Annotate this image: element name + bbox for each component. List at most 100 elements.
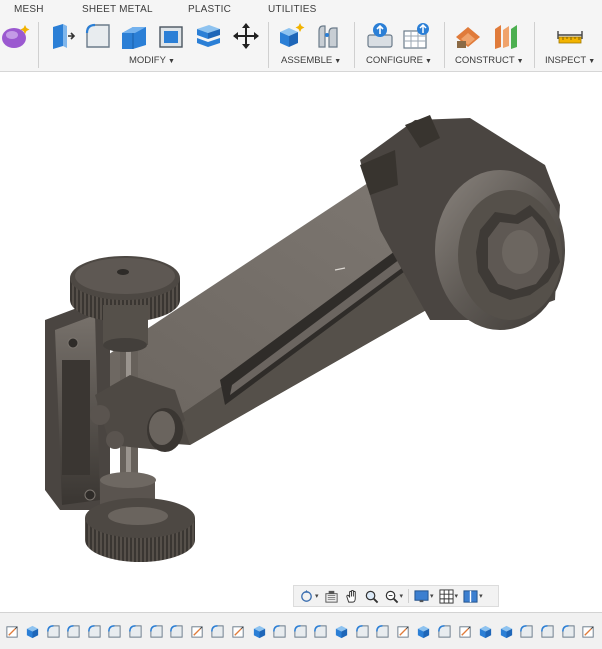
- viewport-canvas[interactable]: [0, 72, 602, 610]
- chamfer-icon: [122, 27, 146, 49]
- offset-plane-icon: [456, 27, 480, 48]
- midplane-icon: [495, 25, 517, 49]
- inspect-group-label[interactable]: INSPECT ▼: [545, 55, 595, 66]
- fillet-feature-icon: [376, 624, 389, 638]
- fillet-feature-icon: [88, 624, 101, 638]
- timeline-item-body[interactable]: [251, 623, 267, 639]
- configure-label-text: CONFIGURE: [366, 55, 423, 66]
- press-pull-icon: [53, 24, 76, 49]
- timeline-item-body[interactable]: [334, 623, 350, 639]
- construct-group-label[interactable]: CONSTRUCT ▼: [455, 55, 524, 66]
- timeline-item-sketch[interactable]: [457, 623, 473, 639]
- zoom-button[interactable]: [362, 587, 381, 605]
- fillet-feature-icon: [438, 624, 451, 638]
- sketch-feature-icon: [397, 625, 409, 638]
- timeline-item-fillet[interactable]: [169, 623, 185, 639]
- look-at-button[interactable]: [322, 587, 341, 605]
- timeline-item-sketch[interactable]: [581, 623, 597, 639]
- timeline-item-fillet[interactable]: [86, 623, 102, 639]
- body-feature-icon: [335, 625, 348, 638]
- fillet-feature-icon: [46, 624, 60, 638]
- toolbar-divider: [354, 22, 355, 68]
- timeline-item-fillet[interactable]: [354, 623, 370, 639]
- shell-button[interactable]: [155, 20, 187, 52]
- orbit-button[interactable]: ▾: [297, 587, 321, 605]
- construct-label-text: CONSTRUCT: [455, 55, 515, 66]
- modify-group-label[interactable]: MODIFY ▼: [129, 55, 175, 66]
- toolbar-divider: [268, 22, 269, 68]
- timeline-item-fillet[interactable]: [210, 623, 226, 639]
- timeline-item-sketch[interactable]: [189, 623, 205, 639]
- press-pull-button[interactable]: [46, 20, 78, 52]
- assemble-label-text: ASSEMBLE: [281, 55, 333, 66]
- timeline-item-sketch[interactable]: [231, 623, 247, 639]
- tab-utilities[interactable]: UTILITIES: [268, 4, 316, 15]
- combine-icon: [197, 25, 220, 47]
- timeline-item-body[interactable]: [478, 623, 494, 639]
- sketch-feature-icon: [582, 625, 594, 638]
- chevron-down-icon: ▾: [454, 593, 459, 600]
- move-copy-button[interactable]: [230, 20, 262, 52]
- viewports-button[interactable]: ▾: [461, 587, 485, 605]
- timeline-item-fillet[interactable]: [292, 623, 308, 639]
- fillet-feature-icon: [108, 624, 122, 638]
- create-form-button[interactable]: [0, 20, 32, 52]
- pan-button[interactable]: [342, 587, 361, 605]
- tab-sheet-metal[interactable]: SHEET METAL: [82, 4, 153, 15]
- tab-mesh[interactable]: MESH: [14, 4, 44, 15]
- timeline-item-body[interactable]: [498, 623, 514, 639]
- combine-button[interactable]: [192, 20, 224, 52]
- body-feature-icon: [26, 625, 39, 638]
- timeline-item-sketch[interactable]: [395, 623, 411, 639]
- midplane-button[interactable]: [490, 20, 522, 52]
- timeline-item-body[interactable]: [416, 623, 432, 639]
- timeline-item-fillet[interactable]: [107, 623, 123, 639]
- timeline-item-fillet[interactable]: [560, 623, 576, 639]
- fillet-icon: [85, 23, 110, 48]
- timeline-item-fillet[interactable]: [45, 623, 61, 639]
- display-settings-button[interactable]: ▾: [412, 587, 436, 605]
- fit-button[interactable]: ▾: [382, 587, 406, 605]
- chevron-down-icon: ▾: [399, 593, 404, 600]
- timeline-item-fillet[interactable]: [375, 623, 391, 639]
- fillet-feature-icon: [520, 624, 533, 638]
- chevron-down-icon: ▾: [479, 593, 483, 600]
- body-feature-icon: [480, 625, 492, 638]
- configure-icon: [367, 23, 393, 48]
- display-settings-icon: [414, 589, 429, 602]
- timeline-item-body[interactable]: [25, 623, 41, 639]
- configure-group-label[interactable]: CONFIGURE ▼: [366, 55, 432, 66]
- fillet-feature-icon: [314, 624, 327, 638]
- grid-snap-button[interactable]: ▾: [437, 587, 461, 605]
- chevron-down-icon: ▾: [315, 593, 319, 600]
- joint-button[interactable]: [312, 20, 344, 52]
- timeline-item-fillet[interactable]: [313, 623, 329, 639]
- measure-button[interactable]: [554, 20, 586, 52]
- fit-icon: [385, 590, 398, 603]
- model-render[interactable]: [0, 72, 602, 610]
- fillet-feature-icon: [170, 624, 183, 638]
- assemble-group-label[interactable]: ASSEMBLE ▼: [281, 55, 341, 66]
- zoom-icon: [365, 590, 378, 603]
- new-component-button[interactable]: [276, 20, 308, 52]
- offset-plane-button[interactable]: [452, 20, 484, 52]
- inspect-label-text: INSPECT: [545, 55, 587, 66]
- timeline-item-fillet[interactable]: [539, 623, 555, 639]
- chamfer-button[interactable]: [118, 20, 150, 52]
- shell-icon: [159, 26, 183, 48]
- joint-icon: [318, 25, 338, 48]
- chevron-down-icon: ▼: [516, 58, 524, 65]
- body-feature-icon: [418, 625, 430, 638]
- configuration-table-button[interactable]: [400, 20, 432, 52]
- timeline-item-fillet[interactable]: [272, 623, 288, 639]
- timeline-item-sketch[interactable]: [4, 623, 20, 639]
- tab-plastic[interactable]: PLASTIC: [188, 4, 231, 15]
- timeline-item-fillet[interactable]: [128, 623, 144, 639]
- configure-button[interactable]: [364, 20, 396, 52]
- timeline-item-fillet[interactable]: [519, 623, 535, 639]
- sketch-feature-icon: [458, 625, 471, 638]
- timeline-item-fillet[interactable]: [148, 623, 164, 639]
- timeline-item-fillet[interactable]: [66, 623, 82, 639]
- timeline-item-fillet[interactable]: [436, 623, 452, 639]
- fillet-button[interactable]: [82, 20, 114, 52]
